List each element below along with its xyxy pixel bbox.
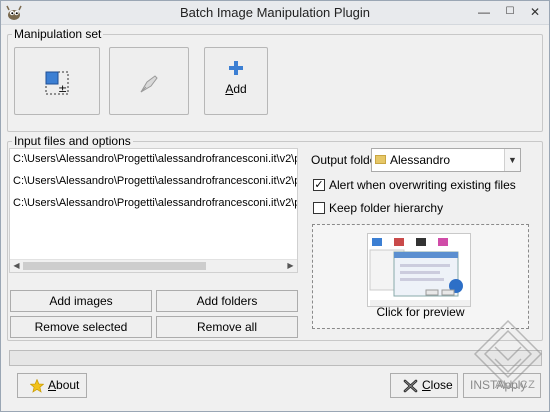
output-folder-value: Alessandro (390, 153, 451, 167)
chevron-down-icon[interactable]: ▼ (504, 149, 520, 171)
minimize-button[interactable]: — (471, 1, 497, 23)
watermark-manipulation-button[interactable] (109, 47, 189, 115)
manipulation-set-legend: Manipulation set (12, 27, 104, 41)
remove-selected-button[interactable]: Remove selected (10, 316, 152, 338)
preview-label[interactable]: Click for preview (313, 305, 528, 319)
input-files-legend: Input files and options (12, 134, 133, 148)
file-list-item[interactable]: C:\Users\Alessandro\Progetti\alessandrof… (10, 150, 297, 168)
alert-overwrite-label[interactable]: Alert when overwriting existing files (329, 178, 516, 192)
title-bar: Batch Image Manipulation Plugin — ☐ ✕ (1, 1, 549, 25)
window-title: Batch Image Manipulation Plugin (179, 5, 371, 20)
about-button[interactable]: About (17, 373, 87, 398)
scroll-right-arrow-icon[interactable]: ▶ (284, 260, 297, 272)
add-manipulation-button[interactable]: Add (204, 47, 268, 115)
keep-hierarchy-checkbox[interactable] (313, 202, 325, 214)
close-x-icon (403, 379, 418, 393)
file-list-item[interactable]: C:\Users\Alessandro\Progetti\alessandrof… (10, 194, 297, 212)
watermark-text: ALL.CZ (495, 379, 536, 391)
scroll-left-arrow-icon[interactable]: ◀ (10, 260, 23, 272)
star-icon (30, 379, 44, 393)
preview-thumbnail (367, 233, 471, 307)
about-label: About (48, 378, 80, 392)
plus-icon (229, 61, 243, 75)
plugin-window: Batch Image Manipulation Plugin — ☐ ✕ Ma… (0, 0, 550, 412)
progress-bar (9, 350, 542, 366)
add-folders-button[interactable]: Add folders (156, 290, 298, 312)
scrollbar-thumb[interactable] (23, 262, 206, 270)
file-list-item[interactable]: C:\Users\Alessandro\Progetti\alessandrof… (10, 172, 297, 190)
file-list-horizontal-scrollbar[interactable]: ◀ ▶ (10, 259, 297, 272)
resize-manipulation-button[interactable]: ± (14, 47, 100, 115)
pen-nib-icon (140, 75, 158, 93)
resize-icon: ± (45, 71, 69, 95)
output-folder-label: Output folder (311, 153, 381, 167)
svg-text:±: ± (58, 82, 67, 95)
close-button[interactable]: Close (390, 373, 458, 398)
input-file-list[interactable]: C:\Users\Alessandro\Progetti\alessandrof… (9, 148, 298, 273)
keep-hierarchy-label[interactable]: Keep folder hierarchy (329, 201, 443, 215)
maximize-button[interactable]: ☐ (497, 1, 523, 23)
preview-area[interactable]: Click for preview (312, 224, 529, 329)
add-images-button[interactable]: Add images (10, 290, 152, 312)
close-window-button[interactable]: ✕ (521, 1, 549, 23)
manipulation-set-group: Manipulation set ± Add (7, 27, 543, 132)
close-label: Close (422, 378, 453, 392)
remove-all-button[interactable]: Remove all (156, 316, 298, 338)
add-manipulation-label: Add (225, 82, 247, 96)
preview-thumbnail-image (368, 234, 470, 306)
folder-icon (375, 155, 386, 164)
alert-overwrite-checkbox[interactable]: ✓ (313, 179, 325, 191)
output-folder-select[interactable]: Alessandro ▼ (371, 148, 521, 172)
